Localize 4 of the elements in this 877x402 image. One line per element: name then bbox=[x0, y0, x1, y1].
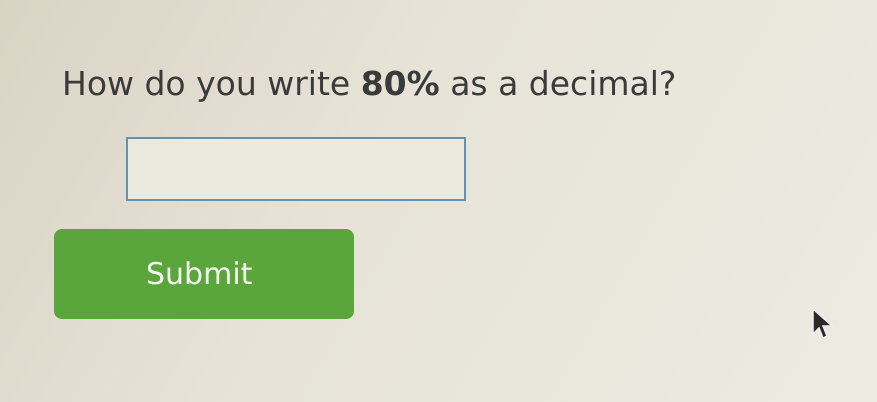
question-text: How do you write 80% as a decimal? bbox=[62, 64, 676, 103]
mouse-pointer-icon bbox=[812, 308, 834, 340]
submit-button[interactable]: Submit bbox=[54, 229, 354, 319]
answer-field[interactable] bbox=[126, 137, 466, 201]
